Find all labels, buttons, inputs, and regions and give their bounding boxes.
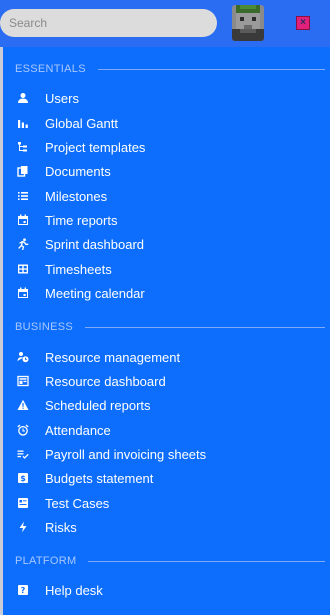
menu-item-budgets-statement[interactable]: $ Budgets statement [17, 468, 317, 488]
menu-item-label: Sprint dashboard [45, 236, 145, 252]
menu-item-risks[interactable]: Risks [17, 517, 317, 537]
menu-item-label: Documents [45, 163, 111, 179]
close-button[interactable]: × [296, 16, 310, 30]
menu-item-label: Attendance [45, 422, 111, 438]
menu-item-label: Test Cases [45, 495, 110, 511]
menu-item-label: Global Gantt [45, 115, 118, 131]
menu-item-timesheets[interactable]: Timesheets [17, 259, 317, 279]
menu-item-attendance[interactable]: Attendance [17, 420, 317, 440]
close-icon: × [300, 17, 306, 28]
section-divider [97, 68, 325, 70]
section-title: ESSENTIALS [15, 63, 86, 75]
warning-icon [17, 399, 29, 411]
search-input[interactable] [9, 16, 199, 30]
list-icon [17, 190, 29, 202]
avatar[interactable] [232, 5, 264, 41]
section-header-platform: PLATFORM [15, 553, 325, 569]
menu-item-label: Payroll and invoicing sheets [45, 446, 207, 462]
menu-item-project-templates[interactable]: Project templates [17, 137, 317, 157]
menu-item-label: Scheduled reports [45, 397, 151, 413]
menu-item-label: Project templates [45, 139, 146, 155]
menu-item-documents[interactable]: Documents [17, 161, 317, 181]
menu-item-users[interactable]: Users [17, 88, 317, 108]
menu-item-label: Resource dashboard [45, 373, 166, 389]
menu-item-scheduled-reports[interactable]: Scheduled reports [17, 395, 317, 415]
id-card-icon [17, 497, 29, 509]
menu-item-time-reports[interactable]: Time reports [17, 210, 317, 230]
person-icon [17, 92, 29, 104]
runner-icon [17, 238, 29, 250]
dashboard-icon [17, 375, 29, 387]
help-icon: ? [17, 584, 29, 596]
menu-item-milestones[interactable]: Milestones [17, 186, 317, 206]
menu-item-label: Timesheets [45, 261, 112, 277]
menu-item-payroll-and-invoicing-sheets[interactable]: Payroll and invoicing sheets [17, 444, 317, 464]
menu-item-meeting-calendar[interactable]: Meeting calendar [17, 283, 317, 303]
search-box[interactable] [0, 9, 217, 37]
menu-item-sprint-dashboard[interactable]: Sprint dashboard [17, 234, 317, 254]
menu-item-help-desk[interactable]: ? Help desk [17, 580, 317, 600]
svg-text:$: $ [20, 474, 26, 483]
top-bar: × [0, 0, 330, 47]
alarm-icon [17, 424, 29, 436]
menu-item-label: Milestones [45, 188, 108, 204]
menu-item-test-cases[interactable]: Test Cases [17, 493, 317, 513]
section-header-business: BUSINESS [15, 319, 325, 335]
menu-item-global-gantt[interactable]: Global Gantt [17, 113, 317, 133]
bar-chart-icon [17, 117, 29, 129]
section-title: BUSINESS [15, 321, 74, 333]
menu-item-resource-management[interactable]: Resource management [17, 347, 317, 367]
menu-item-label: Meeting calendar [45, 285, 145, 301]
section-divider [88, 560, 325, 562]
dollar-icon: $ [17, 472, 29, 484]
section-header-essentials: ESSENTIALS [15, 61, 325, 77]
menu-item-label: Users [45, 90, 79, 106]
copy-icon [17, 165, 29, 177]
menu-item-label: Time reports [45, 212, 118, 228]
grid-icon [17, 263, 29, 275]
menu-item-label: Budgets statement [45, 470, 154, 486]
calendar-icon [17, 214, 29, 226]
list-check-icon [17, 448, 29, 460]
tree-icon [17, 141, 29, 153]
section-title: PLATFORM [15, 555, 77, 567]
lightning-icon [17, 521, 29, 533]
menu-item-label: Resource management [45, 349, 181, 365]
calendar-icon [17, 287, 29, 299]
menu-item-resource-dashboard[interactable]: Resource dashboard [17, 371, 317, 391]
menu-item-label: Risks [45, 519, 77, 535]
svg-text:?: ? [21, 586, 26, 595]
menu-item-label: Help desk [45, 582, 103, 598]
person-clock-icon [17, 351, 29, 363]
section-divider [85, 326, 325, 328]
